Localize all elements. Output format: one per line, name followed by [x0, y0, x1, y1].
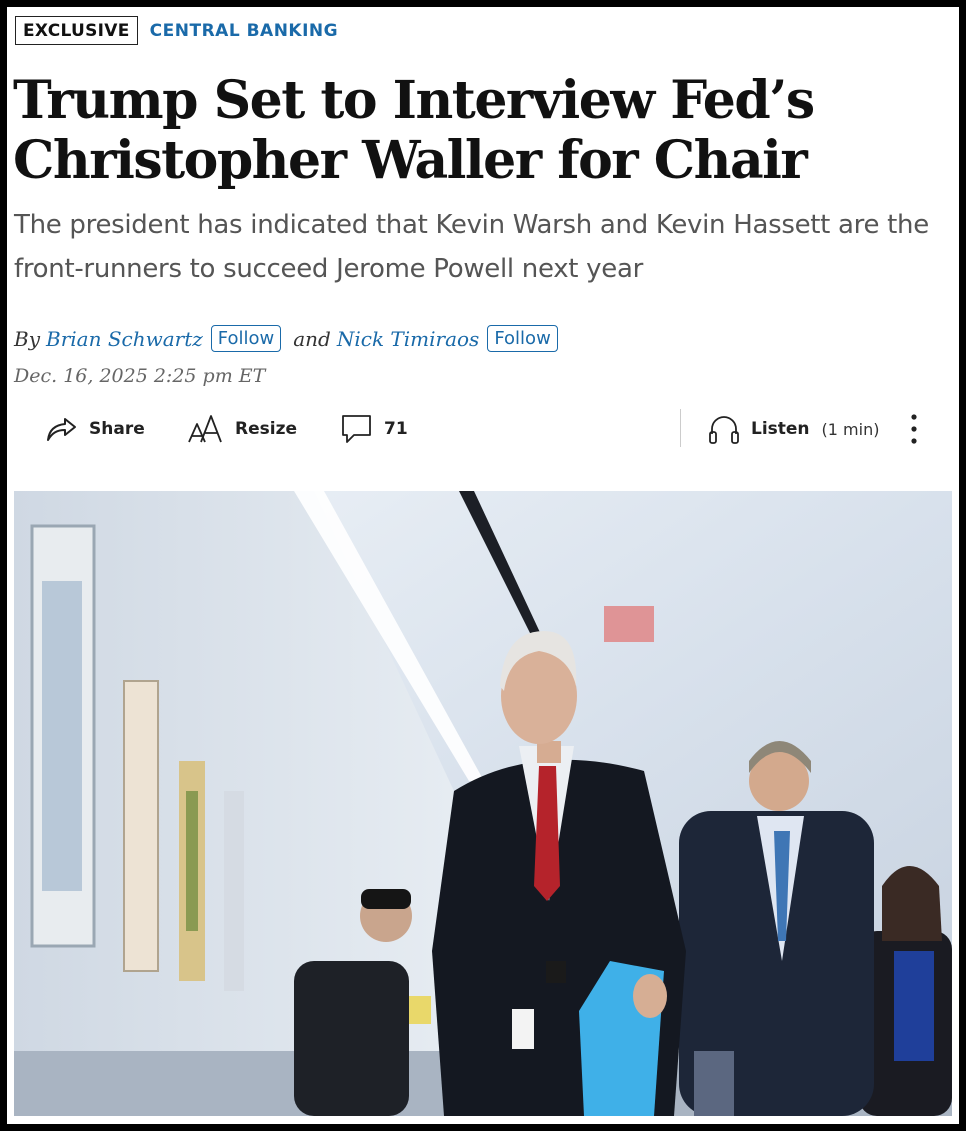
publish-date: Dec. 16, 2025 2:25 pm ET [14, 365, 266, 387]
headline: Trump Set to Interview Fed’s Christopher… [13, 70, 815, 191]
share-button[interactable]: Share [45, 407, 145, 451]
resize-button[interactable]: Resize [187, 407, 297, 451]
more-icon [907, 414, 921, 451]
section-link[interactable]: CENTRAL BANKING [150, 21, 338, 41]
share-label: Share [89, 419, 145, 439]
author-link-brian-schwartz[interactable]: Brian Schwartz [46, 327, 203, 351]
listen-label: Listen [751, 419, 810, 439]
resize-label: Resize [235, 419, 297, 439]
lead-photo [14, 491, 952, 1116]
byline-by: By [14, 326, 40, 351]
comments-button[interactable]: 71 [340, 407, 408, 451]
article-toolbar: Share Resize 71 Listen (1 min) [7, 407, 959, 457]
toolbar-divider [680, 409, 681, 447]
byline-and: and [293, 326, 331, 351]
follow-button-author1[interactable]: Follow [210, 325, 282, 352]
article-page: EXCLUSIVE CENTRAL BANKING Trump Set to I… [7, 7, 959, 1124]
author-link-nick-timiraos[interactable]: Nick Timiraos [337, 327, 479, 351]
comment-icon [340, 412, 374, 446]
resize-icon [187, 412, 225, 446]
exclusive-badge: EXCLUSIVE [15, 16, 138, 45]
listen-duration: (1 min) [821, 419, 880, 439]
byline: By Brian Schwartz Follow and Nick Timira… [14, 325, 570, 352]
listen-button[interactable]: Listen (1 min) [707, 407, 879, 451]
follow-button-author2[interactable]: Follow [487, 325, 558, 352]
headphones-icon [707, 412, 741, 446]
comments-count: 71 [384, 419, 408, 439]
share-icon [45, 413, 79, 445]
article-flags: EXCLUSIVE CENTRAL BANKING [15, 16, 338, 45]
article-dek: The president has indicated that Kevin W… [14, 210, 929, 284]
more-options-button[interactable] [907, 411, 921, 447]
